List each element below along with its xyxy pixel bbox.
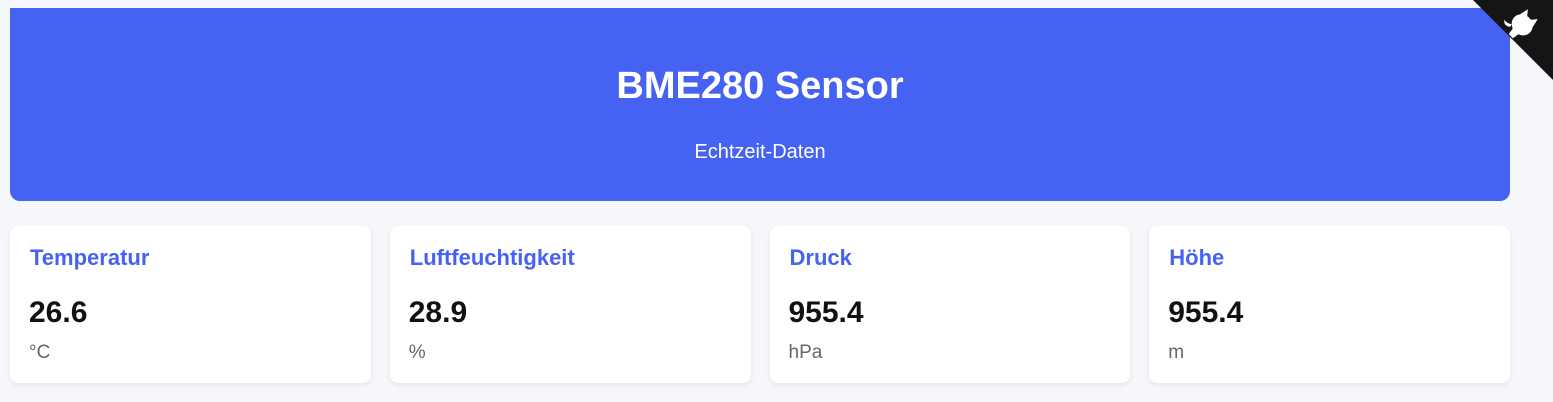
card-humidity: Luftfeuchtigkeit 28.9 % bbox=[389, 226, 751, 383]
card-value: 28.9 bbox=[408, 296, 468, 329]
page: BME280 Sensor Echtzeit-Daten Temperatur … bbox=[0, 0, 1553, 402]
sensor-cards: Temperatur 26.6 °C Luftfeuchtigkeit 28.9… bbox=[10, 226, 1510, 383]
card-value: 955.4 bbox=[1168, 296, 1244, 329]
card-unit: °C bbox=[29, 342, 51, 363]
github-corner-link[interactable] bbox=[1473, 0, 1553, 80]
card-temperature: Temperatur 26.6 °C bbox=[10, 226, 371, 383]
card-value: 955.4 bbox=[788, 296, 864, 329]
card-unit: m bbox=[1168, 342, 1185, 363]
page-subtitle: Echtzeit-Daten bbox=[694, 141, 826, 163]
card-altitude: Höhe 955.4 m bbox=[1149, 226, 1510, 383]
card-value: 26.6 bbox=[29, 296, 88, 329]
header-banner: BME280 Sensor Echtzeit-Daten bbox=[10, 8, 1510, 201]
github-octocat-icon bbox=[1473, 0, 1553, 80]
card-unit: % bbox=[408, 342, 426, 363]
card-unit: hPa bbox=[788, 342, 823, 363]
page-title: BME280 Sensor bbox=[616, 65, 904, 107]
card-title: Höhe bbox=[1169, 245, 1225, 270]
card-title: Temperatur bbox=[30, 245, 150, 270]
card-title: Druck bbox=[789, 245, 852, 270]
card-pressure: Druck 955.4 hPa bbox=[769, 226, 1131, 383]
card-title: Luftfeuchtigkeit bbox=[409, 245, 575, 270]
